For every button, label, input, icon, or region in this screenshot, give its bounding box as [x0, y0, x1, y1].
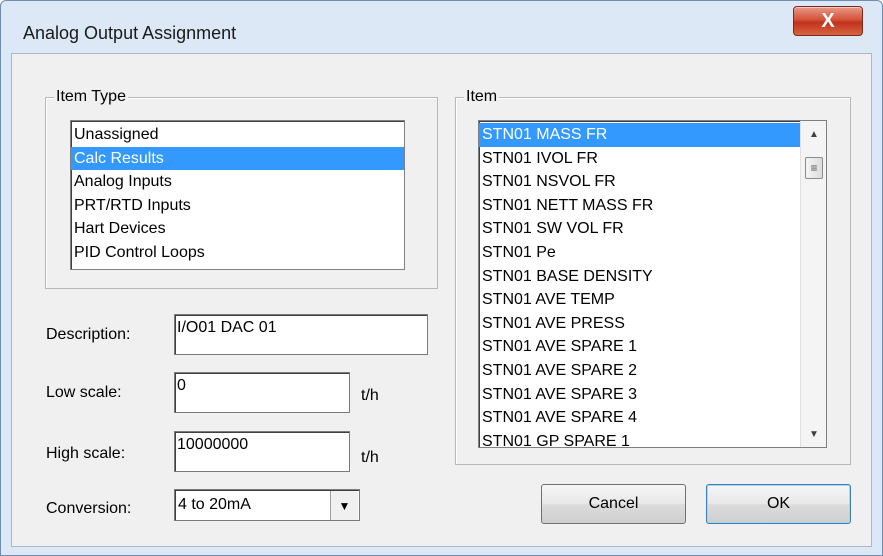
dialog-client-area: Item Type Unassigned Calc Results Analog I…	[11, 53, 872, 547]
item-type-group-label: Item Type	[54, 88, 128, 106]
item-type-list-item[interactable]: PRT/RTD Inputs	[71, 194, 404, 218]
item-type-list-item[interactable]: Calc Results	[71, 146, 404, 171]
arrow-down-icon[interactable]: ▼	[801, 423, 826, 445]
close-button[interactable]: X	[793, 6, 863, 36]
arrow-up-icon[interactable]: ▲	[801, 123, 826, 145]
conversion-dropdown-button[interactable]: ▼	[330, 491, 358, 520]
item-type-list-item[interactable]: Unassigned	[71, 123, 404, 147]
high-scale-label: High scale:	[46, 445, 126, 462]
item-type-list-item[interactable]: PID Control Loops	[71, 241, 404, 265]
conversion-label: Conversion:	[46, 500, 132, 517]
item-list-item[interactable]: STN01 AVE SPARE 2	[479, 359, 801, 383]
grip-icon: ≡	[810, 161, 818, 175]
description-label: Description:	[46, 326, 131, 343]
item-scrollbar[interactable]: ▲ ≡ ▼	[800, 121, 826, 447]
high-scale-field[interactable]: 10000000	[174, 431, 350, 472]
item-list-item[interactable]: STN01 AVE TEMP	[479, 288, 801, 312]
item-list-item[interactable]: STN01 NETT MASS FR	[479, 194, 801, 218]
item-list-item[interactable]: STN01 IVOL FR	[479, 147, 801, 171]
low-scale-label: Low scale:	[46, 384, 122, 401]
item-list-item[interactable]: STN01 AVE SPARE 1	[479, 335, 801, 359]
dialog-window: Analog Output Assignment X Item Type Una…	[0, 0, 883, 556]
item-list-item[interactable]: STN01 AVE SPARE 4	[479, 406, 801, 430]
conversion-selected-value: 4 to 20mA	[178, 496, 251, 513]
low-scale-field[interactable]: 0	[174, 372, 350, 413]
low-scale-unit: t/h	[361, 387, 379, 404]
conversion-select[interactable]: 4 to 20mA ▼	[174, 489, 360, 521]
description-field[interactable]: I/O01 DAC 01	[174, 314, 428, 355]
item-list-item[interactable]: STN01 NSVOL FR	[479, 170, 801, 194]
item-list-item[interactable]: STN01 AVE SPARE 3	[479, 383, 801, 407]
scroll-thumb[interactable]: ≡	[805, 157, 823, 179]
item-group-label: Item	[464, 88, 500, 106]
cancel-button[interactable]: Cancel	[541, 484, 686, 524]
window-title: Analog Output Assignment	[23, 23, 237, 43]
item-list-item[interactable]: STN01 GP SPARE 1	[479, 430, 801, 447]
item-list-item[interactable]: STN01 SW VOL FR	[479, 217, 801, 241]
ok-button[interactable]: OK	[706, 484, 851, 524]
chevron-down-icon: ▼	[338, 498, 351, 513]
item-type-group: Item Type Unassigned Calc Results Analog I…	[45, 88, 438, 289]
item-list-item[interactable]: STN01 BASE DENSITY	[479, 265, 801, 289]
high-scale-unit: t/h	[361, 449, 379, 466]
item-listbox[interactable]: STN01 MASS FR STN01 IVOL FR STN01 NSVOL FR…	[478, 120, 827, 448]
title-bar[interactable]: Analog Output Assignment X	[1, 1, 882, 53]
close-icon: X	[821, 9, 835, 32]
item-type-list-item[interactable]: Hart Devices	[71, 217, 404, 241]
item-list-item[interactable]: STN01 MASS FR	[479, 123, 801, 147]
item-group: Item STN01 MASS FR STN01 IVOL FR STN01 NSV…	[455, 88, 851, 465]
item-type-list-item[interactable]: Analog Inputs	[71, 170, 404, 194]
item-list-item[interactable]: STN01 AVE PRESS	[479, 312, 801, 336]
item-list-item[interactable]: STN01 Pe	[479, 241, 801, 265]
item-type-listbox[interactable]: Unassigned Calc Results Analog Inputs PRT/R…	[70, 120, 405, 270]
